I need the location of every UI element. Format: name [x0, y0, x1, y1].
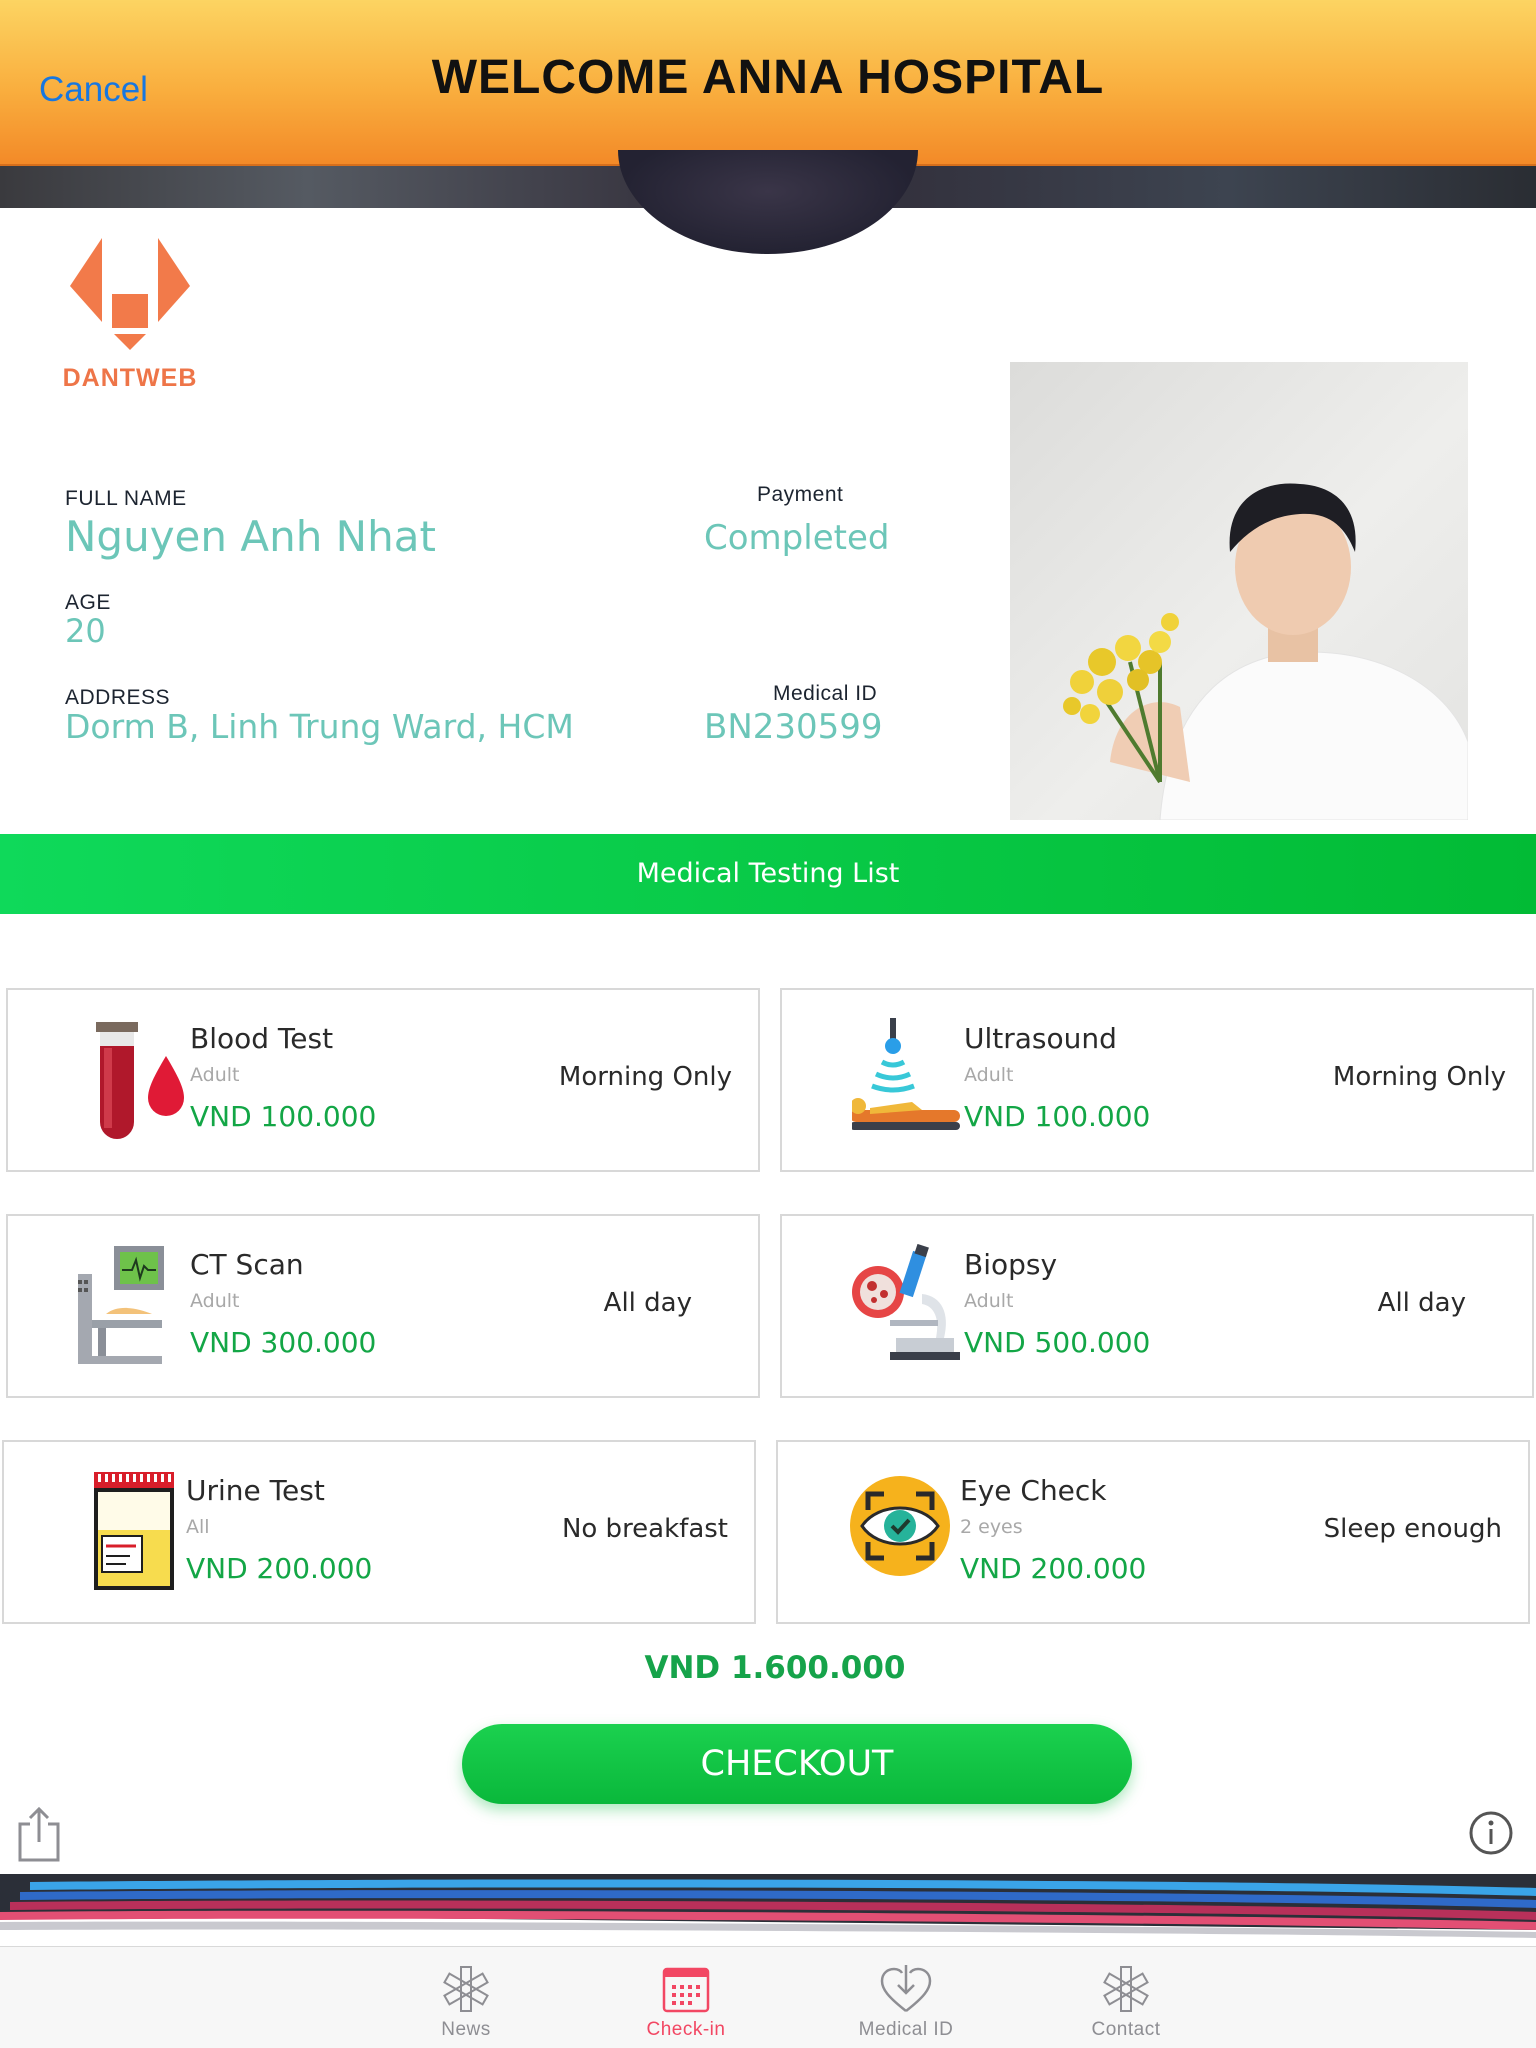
logo-text: DANTWEB [62, 364, 198, 392]
ct-scanner-icon [78, 1246, 164, 1364]
test-group: 2 eyes [960, 1516, 1023, 1538]
tab-label: News [441, 2019, 491, 2040]
test-card-eye-check[interactable]: Eye Check 2 eyes VND 200.000 Sleep enoug… [776, 1440, 1530, 1624]
medical-testing-list-header: Medical Testing List [0, 834, 1536, 914]
test-name: Biopsy [964, 1248, 1058, 1281]
test-price: VND 100.000 [964, 1100, 1151, 1133]
ultrasound-icon [852, 1018, 960, 1130]
test-note: No breakfast [561, 1514, 728, 1544]
full-name-value: Nguyen Anh Nhat [65, 512, 436, 561]
payment-label: Payment [757, 483, 844, 506]
checkout-button[interactable]: CHECKOUT [462, 1724, 1132, 1804]
dantweb-logo-icon [70, 238, 190, 350]
test-card-ct-scan[interactable]: CT Scan Adult VND 300.000 All day [6, 1214, 760, 1398]
patient-photo [1010, 362, 1468, 820]
total-amount: VND 1.600.000 [644, 1650, 906, 1686]
test-card-blood-test[interactable]: Blood Test Adult VND 100.000 Morning Onl… [6, 988, 760, 1172]
test-price: VND 100.000 [190, 1100, 377, 1133]
test-name: Eye Check [960, 1474, 1107, 1507]
test-group: Adult [964, 1290, 1014, 1312]
test-name: Blood Test [190, 1022, 334, 1055]
test-name: CT Scan [190, 1248, 304, 1281]
tab-contact[interactable]: Contact [1046, 1947, 1206, 2048]
tab-news[interactable]: News [386, 1947, 546, 2048]
calendar-icon [662, 1967, 710, 2013]
address-value: Dorm B, Linh Trung Ward, HCM [65, 707, 574, 746]
decorative-arc [618, 150, 918, 254]
test-name: Urine Test [186, 1474, 325, 1507]
tab-label: Check-in [646, 2019, 726, 2040]
test-card-urine-test[interactable]: Urine Test All VND 200.000 No breakfast [2, 1440, 756, 1624]
full-name-label: FULL NAME [65, 487, 187, 510]
test-group: All [186, 1516, 210, 1538]
microscope-icon [852, 1244, 960, 1360]
heart-download-icon [880, 1965, 932, 2012]
test-group: Adult [190, 1290, 240, 1312]
tab-label: Medical ID [858, 2019, 954, 2040]
age-value: 20 [65, 612, 106, 650]
tab-check-in[interactable]: Check-in [606, 1947, 766, 2048]
share-icon[interactable] [16, 1806, 62, 1862]
tab-bar: News Check-in Medical ID Contact [0, 1946, 1536, 2048]
tab-label: Contact [1091, 2019, 1161, 2040]
star-of-life-icon [1103, 1966, 1149, 2012]
test-price: VND 200.000 [186, 1552, 373, 1585]
test-name: Ultrasound [964, 1022, 1117, 1055]
info-icon[interactable] [1468, 1810, 1514, 1856]
test-note: Sleep enough [1323, 1514, 1502, 1544]
medical-id-label: Medical ID [773, 682, 878, 705]
navigation-bar: Cancel WELCOME ANNA HOSPITAL [0, 0, 1536, 166]
test-card-ultrasound[interactable]: Ultrasound Adult VND 100.000 Morning Onl… [780, 988, 1534, 1172]
tab-medical-id[interactable]: Medical ID [826, 1947, 986, 2048]
test-note: All day [603, 1288, 692, 1318]
test-note: Morning Only [1332, 1062, 1506, 1092]
test-card-biopsy[interactable]: Biopsy Adult VND 500.000 All day [780, 1214, 1534, 1398]
page-title: WELCOME ANNA HOSPITAL [431, 51, 1105, 104]
decorative-stripes [0, 1874, 1536, 1948]
test-price: VND 500.000 [964, 1326, 1151, 1359]
urine-cup-icon [94, 1472, 174, 1590]
test-price: VND 300.000 [190, 1326, 377, 1359]
test-group: Adult [964, 1064, 1014, 1086]
test-note: All day [1377, 1288, 1466, 1318]
blood-tube-icon [96, 1022, 184, 1139]
payment-value: Completed [704, 518, 890, 558]
medical-id-value: BN230599 [704, 707, 883, 747]
test-group: Adult [190, 1064, 240, 1086]
test-note: Morning Only [558, 1062, 732, 1092]
test-price: VND 200.000 [960, 1552, 1147, 1585]
eye-icon [850, 1476, 950, 1576]
star-of-life-icon [443, 1966, 489, 2012]
